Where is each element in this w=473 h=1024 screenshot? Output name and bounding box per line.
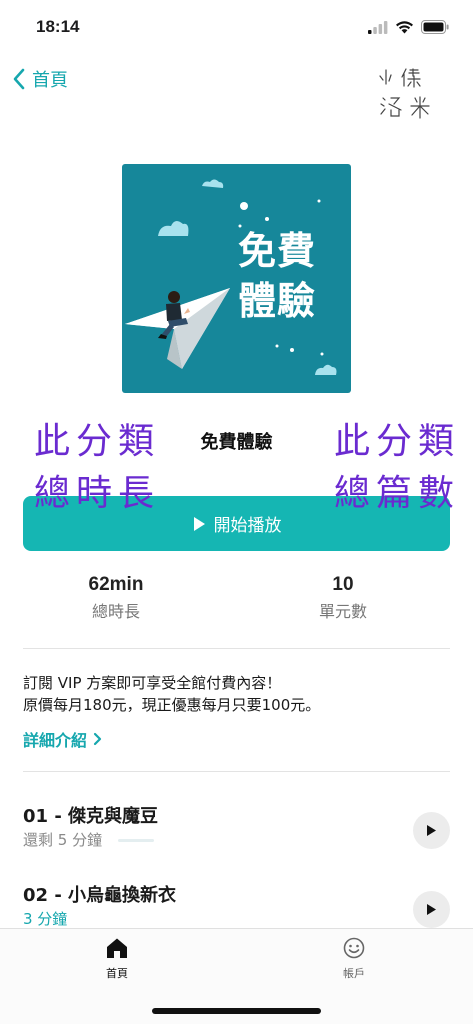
episode-play-button[interactable] xyxy=(413,812,450,849)
episode-row[interactable]: 01 - 傑克與魔豆 還剩 5 分鐘 xyxy=(0,802,473,864)
details-link-label: 詳細介紹 xyxy=(23,731,88,750)
status-time: 18:14 xyxy=(36,17,80,36)
annotation-right-line1: 此分類 xyxy=(334,421,461,462)
handwritten-signature xyxy=(379,68,430,119)
details-link[interactable]: 詳細介紹 xyxy=(23,727,102,751)
cover-title-line1: 免費 xyxy=(238,229,317,273)
cover-illustration xyxy=(125,179,337,375)
episode-progress-bar xyxy=(118,839,154,842)
play-icon xyxy=(427,825,436,836)
play-icon xyxy=(427,904,436,915)
units-label: 單元數 xyxy=(318,602,367,621)
episode-title: 02 - 小烏龜換新衣 xyxy=(23,885,177,906)
signal-icon xyxy=(368,20,388,34)
stat-duration: 62min 總時長 xyxy=(16,574,216,622)
tab-account-label: 帳戶 xyxy=(343,967,365,980)
promo-line2: 原價每月180元，現正優惠每月只要100元。 xyxy=(23,696,321,714)
divider xyxy=(23,648,450,649)
chevron-left-icon xyxy=(13,68,25,90)
duration-value: 62min xyxy=(88,574,144,595)
annotation-right: 此分類 總篇數 xyxy=(334,416,460,520)
stat-units: 10 單元數 xyxy=(243,574,443,622)
tab-home-label: 首頁 xyxy=(106,967,128,980)
cover-title-line2: 體驗 xyxy=(238,279,317,323)
start-play-label: 開始播放 xyxy=(213,516,282,536)
annotation-left: 此分類 總時長 xyxy=(34,416,160,520)
cover-title: 免費 體驗 xyxy=(238,226,316,326)
back-button[interactable]: 首頁 xyxy=(12,66,68,92)
episode-title: 01 - 傑克與魔豆 xyxy=(23,806,159,827)
annotation-left-line1: 此分類 xyxy=(34,421,161,462)
chevron-right-icon xyxy=(93,732,102,746)
annotation-left-line2: 總時長 xyxy=(34,473,161,514)
battery-icon xyxy=(421,20,449,34)
tab-home[interactable]: 首頁 xyxy=(77,937,157,981)
episode-play-button[interactable] xyxy=(413,891,450,928)
home-indicator xyxy=(152,1008,321,1014)
smiley-icon xyxy=(343,937,365,959)
course-cover-image: 免費 體驗 xyxy=(122,164,351,393)
annotation-right-line2: 總篇數 xyxy=(334,473,461,514)
status-icons xyxy=(368,20,449,34)
home-icon xyxy=(107,938,127,958)
units-value: 10 xyxy=(332,574,354,595)
wifi-icon xyxy=(396,21,413,34)
episode-duration: 3 分鐘 xyxy=(23,910,68,928)
divider xyxy=(23,771,450,772)
episode-remaining: 還剩 5 分鐘 xyxy=(23,831,103,849)
back-label: 首頁 xyxy=(32,70,68,91)
status-bar: 18:14 xyxy=(0,0,473,56)
duration-label: 總時長 xyxy=(91,602,140,621)
play-icon xyxy=(193,516,205,531)
tab-account[interactable]: 帳戶 xyxy=(314,937,394,981)
promo-line1: 訂閱 VIP 方案即可享受全館付費內容！ xyxy=(23,674,282,692)
nav-bar: 首頁 xyxy=(0,56,473,119)
vip-promo-text: 訂閱 VIP 方案即可享受全館付費內容！ 原價每月180元，現正優惠每月只要10… xyxy=(23,672,320,716)
